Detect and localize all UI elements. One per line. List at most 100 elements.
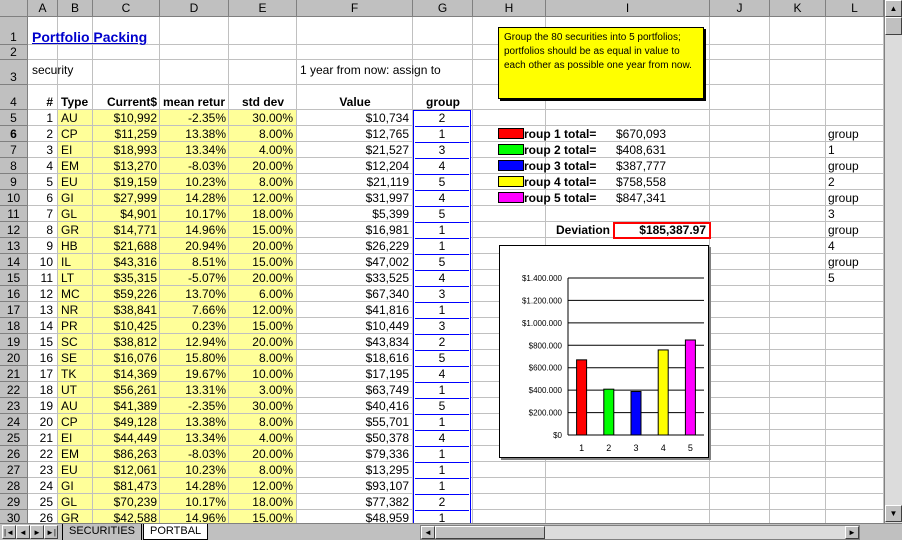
current-value: $21,688 — [113, 239, 157, 253]
security-number: 15 — [39, 335, 53, 349]
row-header[interactable]: 8 — [0, 158, 28, 174]
current-value: $10,992 — [113, 111, 157, 125]
std-dev: 15.00% — [252, 319, 293, 333]
row-header[interactable]: 13 — [0, 238, 28, 254]
group-input[interactable]: 1 — [415, 510, 469, 523]
group-input[interactable]: 4 — [415, 430, 469, 447]
column-header-l[interactable]: L — [826, 0, 884, 17]
group-input[interactable]: 1 — [415, 222, 469, 239]
row-header[interactable]: 20 — [0, 350, 28, 366]
group-input[interactable]: 3 — [415, 318, 469, 335]
first-sheet-icon[interactable]: |◄ — [2, 525, 16, 539]
column-header-a[interactable]: A — [28, 0, 58, 17]
prev-sheet-icon[interactable]: ◄ — [16, 525, 30, 539]
group-input[interactable]: 4 — [415, 190, 469, 207]
row-header[interactable]: 12 — [0, 222, 28, 238]
group-input[interactable]: 5 — [415, 254, 469, 271]
group-input[interactable]: 3 — [415, 142, 469, 159]
group-totals-chart[interactable]: $0 $200.000 $400.000 $600.000 $800.000 $1.000… — [499, 245, 709, 458]
column-header-g[interactable]: G — [413, 0, 473, 17]
group-input[interactable]: 1 — [415, 478, 469, 495]
horizontal-scroll-thumb[interactable] — [435, 526, 545, 539]
row-header[interactable]: 29 — [0, 494, 28, 510]
column-header-f[interactable]: F — [297, 0, 413, 17]
group-input[interactable]: 1 — [415, 414, 469, 431]
group-input[interactable]: 5 — [415, 350, 469, 367]
row-header[interactable]: 16 — [0, 286, 28, 302]
scroll-right-icon[interactable]: ► — [845, 526, 859, 539]
row-header[interactable]: 28 — [0, 478, 28, 494]
row-header[interactable]: 24 — [0, 414, 28, 430]
row-header[interactable]: 27 — [0, 462, 28, 478]
group-input[interactable]: 2 — [415, 334, 469, 351]
vertical-scroll-thumb[interactable] — [885, 17, 902, 35]
tab-portbal[interactable]: PORTBAL — [143, 524, 209, 540]
column-header-b[interactable]: B — [58, 0, 93, 17]
security-type: NR — [61, 303, 79, 317]
worksheet[interactable]: ABCDEFGHIJKLM123456789101112131415161718… — [0, 0, 884, 523]
row-header[interactable]: 9 — [0, 174, 28, 190]
group-input[interactable]: 1 — [415, 302, 469, 319]
row-header[interactable]: 7 — [0, 142, 28, 158]
group-input[interactable]: 1 — [415, 382, 469, 399]
row-header[interactable]: 19 — [0, 334, 28, 350]
horizontal-scrollbar[interactable]: ◄ ► — [420, 525, 860, 540]
row-header[interactable]: 23 — [0, 398, 28, 414]
row-header[interactable]: 6 — [0, 126, 28, 142]
group-input[interactable]: 4 — [415, 270, 469, 287]
row-header[interactable]: 21 — [0, 366, 28, 382]
group-input[interactable]: 3 — [415, 286, 469, 303]
next-sheet-icon[interactable]: ► — [30, 525, 44, 539]
row-header[interactable]: 15 — [0, 270, 28, 286]
row-header[interactable]: 5 — [0, 110, 28, 126]
future-value: $50,378 — [365, 431, 409, 445]
group-input[interactable]: 4 — [415, 366, 469, 383]
row-header[interactable]: 1 — [0, 17, 28, 45]
security-type: LT — [61, 271, 75, 285]
row-header[interactable]: 25 — [0, 430, 28, 446]
scroll-down-icon[interactable]: ▼ — [885, 505, 902, 522]
row-header[interactable]: 22 — [0, 382, 28, 398]
vertical-scrollbar[interactable]: ▲ ▼ — [884, 0, 902, 523]
column-header-k[interactable]: K — [770, 0, 826, 17]
future-value: $48,959 — [365, 511, 409, 523]
column-header-d[interactable]: D — [160, 0, 229, 17]
group-input[interactable]: 4 — [415, 158, 469, 175]
security-type: EU — [61, 463, 78, 477]
column-header-i[interactable]: I — [546, 0, 710, 17]
row-header[interactable]: 2 — [0, 45, 28, 60]
group-input[interactable]: 1 — [415, 446, 469, 463]
security-number: 3 — [46, 143, 53, 157]
group-input[interactable]: 2 — [415, 494, 469, 511]
row-header[interactable]: 30 — [0, 510, 28, 523]
tab-securities[interactable]: SECURITIES — [62, 524, 143, 540]
group-input[interactable]: 1 — [415, 462, 469, 479]
future-value: $10,734 — [365, 111, 409, 125]
group-input[interactable]: 1 — [415, 238, 469, 255]
group-input[interactable]: 2 — [415, 110, 469, 127]
future-value: $12,765 — [365, 127, 409, 141]
row-header[interactable]: 4 — [0, 85, 28, 110]
row-header[interactable]: 17 — [0, 302, 28, 318]
column-header-h[interactable]: H — [473, 0, 546, 17]
scroll-up-icon[interactable]: ▲ — [885, 0, 902, 17]
scroll-left-icon[interactable]: ◄ — [421, 526, 435, 539]
row-header[interactable]: 11 — [0, 206, 28, 222]
select-all-corner[interactable] — [0, 0, 28, 17]
group-input[interactable]: 5 — [415, 174, 469, 191]
group-input[interactable]: 1 — [415, 126, 469, 143]
row-header[interactable]: 18 — [0, 318, 28, 334]
group-input[interactable]: 5 — [415, 398, 469, 415]
group-label: group — [828, 191, 859, 205]
column-header-e[interactable]: E — [229, 0, 297, 17]
column-header-j[interactable]: J — [710, 0, 770, 17]
future-value: $79,336 — [365, 447, 409, 461]
group-input[interactable]: 5 — [415, 206, 469, 223]
row-header[interactable]: 10 — [0, 190, 28, 206]
row-header[interactable]: 26 — [0, 446, 28, 462]
row-header[interactable]: 3 — [0, 60, 28, 85]
security-number: 24 — [39, 479, 53, 493]
column-header-c[interactable]: C — [93, 0, 160, 17]
row-header[interactable]: 14 — [0, 254, 28, 270]
last-sheet-icon[interactable]: ►| — [44, 525, 58, 539]
